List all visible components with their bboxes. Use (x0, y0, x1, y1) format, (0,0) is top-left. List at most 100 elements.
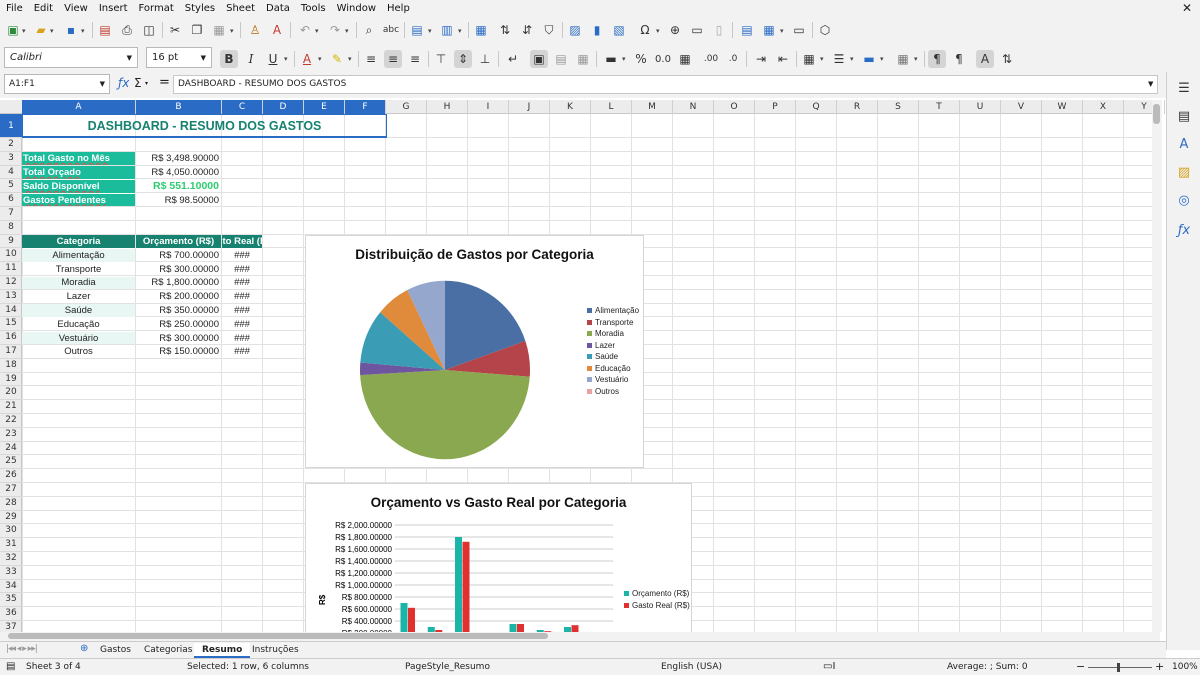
row-header-26[interactable]: 26 (0, 469, 22, 483)
decrease-indent-icon[interactable]: ⇤ (774, 50, 792, 68)
row-header-10[interactable]: 10 (0, 248, 22, 263)
kpi-label[interactable]: Total Gasto no Mês (22, 152, 135, 166)
table-category-cell[interactable]: Saúde (22, 304, 135, 317)
row-header-21[interactable]: 21 (0, 400, 22, 414)
table-real-cell[interactable]: ### (222, 346, 262, 359)
kpi-label[interactable]: Total Orçado (22, 166, 135, 179)
row-header-17[interactable]: 17 (0, 345, 22, 359)
conditional-format-icon[interactable]: ▦ (894, 50, 912, 68)
column-header-s[interactable]: S (878, 100, 919, 114)
bar-chart[interactable]: Orçamento vs Gasto Real por Categoria R$… (305, 483, 692, 636)
unmerge-cells-icon[interactable]: ▦ (574, 50, 592, 68)
table-category-cell[interactable]: Transporte (22, 263, 135, 276)
table-budget-cell[interactable]: R$ 350.00000 (136, 304, 221, 317)
zoom-out-icon[interactable]: − (1076, 660, 1085, 673)
menu-file[interactable]: File (6, 3, 23, 14)
table-category-cell[interactable]: Vestuário (22, 331, 135, 345)
print-icon[interactable]: ⎙ (118, 21, 136, 39)
font-color-icon[interactable]: A (298, 50, 316, 68)
table-real-cell[interactable]: ### (222, 290, 262, 303)
number-format-icon[interactable]: 0.0 (654, 50, 672, 68)
kpi-value[interactable]: R$ 551.10000 (136, 180, 221, 193)
increase-indent-icon[interactable]: ⇥ (752, 50, 770, 68)
row-header-6[interactable]: 6 (0, 193, 22, 207)
row-header-29[interactable]: 29 (0, 511, 22, 525)
row-header-34[interactable]: 34 (0, 580, 22, 594)
table-budget-cell[interactable]: R$ 1,800.00000 (136, 277, 221, 290)
row-header-14[interactable]: 14 (0, 304, 22, 318)
column-header-g[interactable]: G (386, 100, 427, 114)
clone-formatting-icon[interactable]: ♙ (246, 21, 264, 39)
dashboard-title-cell[interactable]: DASHBOARD - RESUMO DOS GASTOS (22, 114, 387, 138)
table-header-cell[interactable]: Orçamento (R$) (136, 235, 221, 248)
autofilter-icon[interactable]: ⛉ (540, 21, 558, 39)
add-decimal-icon[interactable]: .00 (702, 50, 720, 68)
column-header-x[interactable]: X (1083, 100, 1124, 114)
row-header-24[interactable]: 24 (0, 442, 22, 456)
zoom-level[interactable]: 100% (1172, 662, 1198, 672)
freeze-rows-columns-icon[interactable]: ▦ (760, 21, 778, 39)
selection-mode-icon[interactable]: ▭I (823, 661, 835, 672)
column-header-k[interactable]: K (550, 100, 591, 114)
table-category-cell[interactable]: Outros (22, 346, 135, 359)
new-document-icon[interactable]: ▣ (4, 21, 22, 39)
row-header-32[interactable]: 32 (0, 552, 22, 566)
table-budget-cell[interactable]: R$ 150.00000 (136, 346, 221, 359)
column-icon[interactable]: ▥ (438, 21, 456, 39)
row-header-31[interactable]: 31 (0, 538, 22, 552)
tab-navigation-icon[interactable]: |◂◂ ◂ ▸ ▸▸| (6, 644, 38, 654)
spelling-icon[interactable]: abc (382, 21, 400, 39)
merge-cells-icon[interactable]: ▤ (552, 50, 570, 68)
pie-chart[interactable]: Distribuição de Gastos por Categoria Ali… (305, 235, 644, 468)
table-header-cell[interactable]: sto Real (R (222, 235, 262, 248)
sort-ascending-icon[interactable]: ⇅ (496, 21, 514, 39)
menu-icon[interactable]: ☰ (1174, 78, 1194, 98)
find-replace-icon[interactable]: ⌕ (360, 21, 378, 39)
wrap-text-icon[interactable]: ↵ (504, 50, 522, 68)
row-header-36[interactable]: 36 (0, 607, 22, 621)
table-category-cell[interactable]: Educação (22, 318, 135, 331)
align-bottom-icon[interactable]: ⊥ (476, 50, 494, 68)
hyperlink-icon[interactable]: ⊕ (666, 21, 684, 39)
menu-styles[interactable]: Styles (185, 3, 215, 14)
function-wizard-icon[interactable]: ƒx (118, 76, 129, 90)
delete-decimal-icon[interactable]: .0 (724, 50, 742, 68)
row-header-4[interactable]: 4 (0, 166, 22, 180)
row-header-3[interactable]: 3 (0, 152, 22, 166)
cut-icon[interactable]: ✂ (166, 21, 184, 39)
language-status[interactable]: English (USA) (661, 662, 722, 672)
table-budget-cell[interactable]: R$ 300.00000 (136, 263, 221, 276)
row-header-33[interactable]: 33 (0, 566, 22, 580)
row-header-15[interactable]: 15 (0, 317, 22, 332)
row-icon[interactable]: ▤ (408, 21, 426, 39)
column-header-o[interactable]: O (714, 100, 755, 114)
tab-gastos[interactable]: Gastos (96, 643, 135, 658)
bar-orcamento-moradia[interactable] (455, 537, 462, 636)
row-header-20[interactable]: 20 (0, 386, 22, 401)
row-header-7[interactable]: 7 (0, 207, 22, 221)
bold-icon[interactable]: B (220, 50, 238, 68)
column-header-t[interactable]: T (919, 100, 960, 114)
properties-icon[interactable]: ▤ (1174, 106, 1194, 126)
table-real-cell[interactable]: ### (222, 277, 262, 290)
menu-sheet[interactable]: Sheet (226, 3, 255, 14)
kpi-value[interactable]: R$ 98.50000 (136, 194, 221, 207)
percent-format-icon[interactable]: % (632, 50, 650, 68)
save-icon[interactable]: ▪ (62, 21, 80, 39)
column-header-b[interactable]: B (136, 100, 222, 114)
table-real-cell[interactable]: ### (222, 318, 262, 331)
zoom-slider[interactable] (1088, 667, 1152, 668)
underline-icon[interactable]: U (264, 50, 282, 68)
paste-icon[interactable]: ▦ (210, 21, 228, 39)
align-left-icon[interactable]: ≡ (362, 50, 380, 68)
formula-input[interactable]: DASHBOARD - RESUMO DOS GASTOS (173, 75, 1158, 94)
row-header-5[interactable]: 5 (0, 179, 22, 194)
row-header-13[interactable]: 13 (0, 290, 22, 304)
column-header-p[interactable]: P (755, 100, 796, 114)
redo-icon[interactable]: ↷ (326, 21, 344, 39)
table-budget-cell[interactable]: R$ 200.00000 (136, 290, 221, 303)
table-category-cell[interactable]: Alimentação (22, 248, 135, 262)
currency-format-icon[interactable]: ▬ (602, 50, 620, 68)
column-header-n[interactable]: N (673, 100, 714, 114)
name-box[interactable]: A1:F1 ▼ (4, 74, 110, 94)
